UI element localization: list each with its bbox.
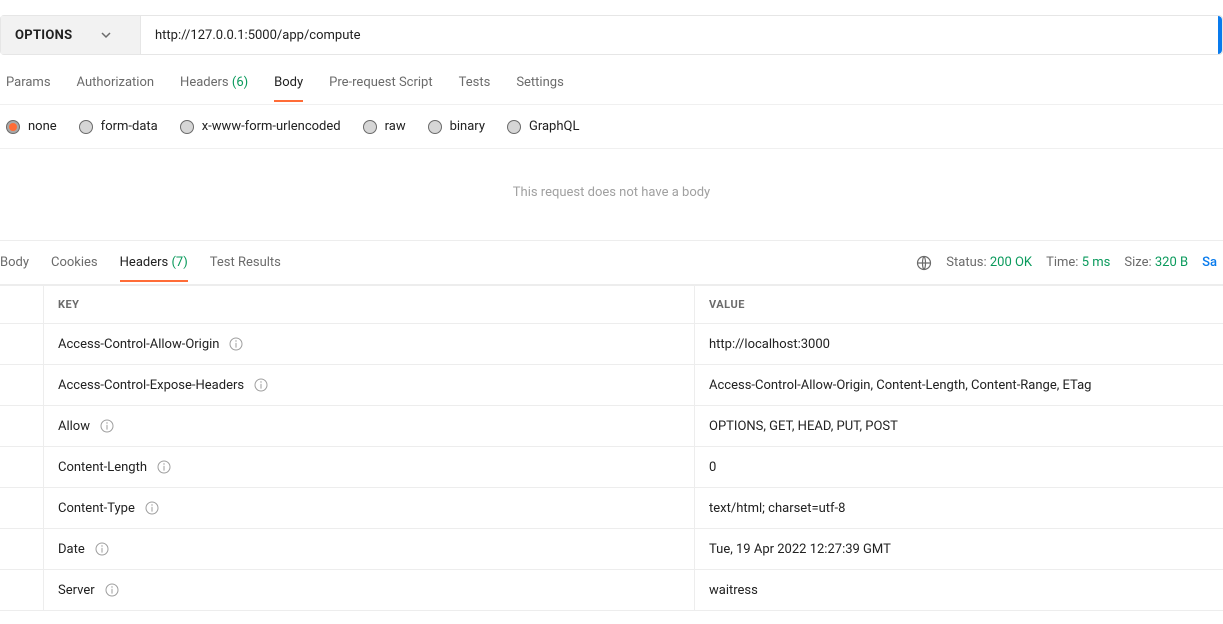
tab-headers[interactable]: Headers (6) — [180, 75, 248, 102]
header-value-cell[interactable]: Access-Control-Allow-Origin, Content-Len… — [695, 365, 1223, 405]
info-icon[interactable] — [100, 419, 114, 433]
info-icon[interactable] — [254, 378, 268, 392]
col-handle — [0, 286, 44, 323]
radio-icon — [428, 120, 442, 134]
resp-tab-headers[interactable]: Headers (7) — [120, 255, 188, 282]
tab-pre-request-script[interactable]: Pre-request Script — [329, 75, 432, 102]
header-key-cell[interactable]: Content-Type — [44, 488, 695, 528]
row-handle — [0, 406, 44, 446]
tab-params[interactable]: Params — [6, 75, 51, 102]
row-handle — [0, 365, 44, 405]
header-value-cell[interactable]: http://localhost:3000 — [695, 324, 1223, 364]
header-key-cell[interactable]: Allow — [44, 406, 695, 446]
info-icon[interactable] — [229, 337, 243, 351]
header-key-text: Access-Control-Expose-Headers — [58, 378, 244, 393]
method-label: OPTIONS — [15, 28, 72, 43]
radio-icon — [79, 120, 93, 134]
save-response-button[interactable]: Sa — [1202, 255, 1217, 270]
header-key-cell[interactable]: Access-Control-Allow-Origin — [44, 324, 695, 364]
header-value-text: Tue, 19 Apr 2022 12:27:39 GMT — [709, 542, 891, 557]
body-type-x-www-form-urlencoded[interactable]: x-www-form-urlencoded — [180, 119, 341, 134]
table-row[interactable]: Date Tue, 19 Apr 2022 12:27:39 GMT — [0, 529, 1223, 570]
info-icon[interactable] — [157, 460, 171, 474]
table-row[interactable]: Access-Control-Expose-Headers Access-Cont… — [0, 365, 1223, 406]
request-tabs: Params Authorization Headers (6) Body Pr… — [0, 55, 1223, 105]
table-row[interactable]: Content-Type text/html; charset=utf-8 — [0, 488, 1223, 529]
header-key-text: Allow — [58, 419, 90, 434]
table-row[interactable]: Access-Control-Allow-Origin http://localh… — [0, 324, 1223, 365]
header-value-text: http://localhost:3000 — [709, 337, 830, 352]
col-key-header: KEY — [44, 286, 695, 323]
radio-icon — [363, 120, 377, 134]
header-key-cell[interactable]: Access-Control-Expose-Headers — [44, 365, 695, 405]
body-type-raw[interactable]: raw — [363, 119, 406, 134]
body-type-binary[interactable]: binary — [428, 119, 485, 134]
header-value-text: text/html; charset=utf-8 — [709, 501, 845, 516]
tab-settings[interactable]: Settings — [516, 75, 563, 102]
header-value-cell[interactable]: OPTIONS, GET, HEAD, PUT, POST — [695, 406, 1223, 446]
send-button[interactable] — [1218, 16, 1222, 54]
url-input[interactable]: http://127.0.0.1:5000/app/compute — [141, 16, 1218, 54]
header-key-text: Server — [58, 583, 95, 598]
tab-authorization[interactable]: Authorization — [77, 75, 155, 102]
radio-icon — [180, 120, 194, 134]
tab-tests[interactable]: Tests — [459, 75, 491, 102]
globe-icon[interactable] — [916, 255, 932, 271]
header-key-cell[interactable]: Server — [44, 570, 695, 610]
header-value-text: OPTIONS, GET, HEAD, PUT, POST — [709, 419, 898, 434]
body-type-graphql[interactable]: GraphQL — [507, 119, 579, 134]
body-type-row: none form-data x-www-form-urlencoded raw… — [0, 105, 1223, 149]
time-block[interactable]: Time: 5 ms — [1046, 255, 1110, 270]
row-handle — [0, 529, 44, 569]
response-headers-table: KEY VALUE Access-Control-Allow-Origin htt… — [0, 284, 1223, 611]
response-bar: Body Cookies Headers (7) Test Results St… — [0, 240, 1223, 284]
tab-body[interactable]: Body — [274, 75, 303, 102]
row-handle — [0, 570, 44, 610]
row-handle — [0, 488, 44, 528]
header-value-text: waitress — [709, 583, 758, 598]
radio-icon — [6, 120, 20, 134]
method-dropdown[interactable]: OPTIONS — [1, 16, 141, 54]
status-block[interactable]: Status: 200 OK — [946, 255, 1032, 270]
info-icon[interactable] — [145, 501, 159, 515]
table-header: KEY VALUE — [0, 285, 1223, 324]
header-key-cell[interactable]: Content-Length — [44, 447, 695, 487]
resp-tab-cookies[interactable]: Cookies — [51, 255, 98, 282]
response-meta: Status: 200 OK Time: 5 ms Size: 320 B Sa — [916, 255, 1223, 271]
request-bar: OPTIONS http://127.0.0.1:5000/app/comput… — [0, 15, 1223, 55]
header-key-text: Content-Length — [58, 460, 147, 475]
header-value-text: 0 — [709, 460, 716, 475]
size-block[interactable]: Size: 320 B — [1124, 255, 1188, 270]
header-value-cell[interactable]: waitress — [695, 570, 1223, 610]
chevron-down-icon — [100, 29, 112, 41]
table-row[interactable]: Content-Length 0 — [0, 447, 1223, 488]
radio-icon — [507, 120, 521, 134]
resp-tab-test-results[interactable]: Test Results — [210, 255, 281, 282]
header-value-cell[interactable]: Tue, 19 Apr 2022 12:27:39 GMT — [695, 529, 1223, 569]
table-row[interactable]: Allow OPTIONS, GET, HEAD, PUT, POST — [0, 406, 1223, 447]
row-handle — [0, 447, 44, 487]
info-icon[interactable] — [105, 583, 119, 597]
header-value-text: Access-Control-Allow-Origin, Content-Len… — [709, 378, 1091, 393]
body-type-none[interactable]: none — [6, 119, 57, 134]
body-type-form-data[interactable]: form-data — [79, 119, 158, 134]
header-key-text: Content-Type — [58, 501, 135, 516]
header-key-text: Date — [58, 542, 85, 557]
header-value-cell[interactable]: 0 — [695, 447, 1223, 487]
row-handle — [0, 324, 44, 364]
table-row[interactable]: Server waitress — [0, 570, 1223, 611]
header-value-cell[interactable]: text/html; charset=utf-8 — [695, 488, 1223, 528]
body-empty-message: This request does not have a body — [0, 149, 1223, 240]
info-icon[interactable] — [95, 542, 109, 556]
url-text: http://127.0.0.1:5000/app/compute — [155, 28, 361, 43]
resp-tab-body[interactable]: Body — [0, 255, 29, 282]
header-key-cell[interactable]: Date — [44, 529, 695, 569]
col-value-header: VALUE — [695, 286, 1223, 323]
header-key-text: Access-Control-Allow-Origin — [58, 337, 219, 352]
response-tabs: Body Cookies Headers (7) Test Results — [0, 241, 281, 285]
